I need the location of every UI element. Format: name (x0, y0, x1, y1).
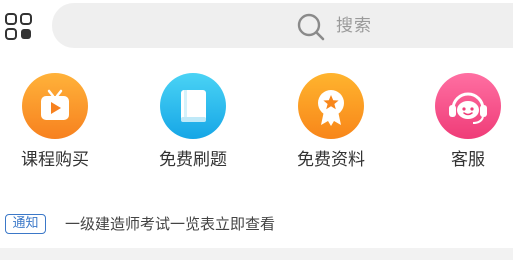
feature-row: 课程购买 免费刷题 免费资料 客服 (0, 70, 513, 180)
feature-course-purchase[interactable]: 课程购买 (0, 70, 110, 180)
home-page: 搜索 课程购买 免费刷题 免费资料 客服 通知 一级建造师考试一览表立即查看 (0, 0, 513, 260)
search-icon (297, 13, 325, 41)
book-icon (160, 73, 226, 139)
video-play-icon (22, 73, 88, 139)
feature-label: 课程购买 (21, 150, 89, 170)
notice-bar[interactable]: 通知 一级建造师考试一览表立即查看 (0, 210, 513, 240)
notice-text[interactable]: 一级建造师考试一览表立即查看 (65, 213, 275, 235)
feature-label: 免费刷题 (159, 150, 227, 170)
notice-badge: 通知 (5, 214, 46, 234)
feature-label: 客服 (451, 150, 485, 170)
search-placeholder: 搜索 (336, 16, 372, 36)
feature-free-materials[interactable]: 免费资料 (276, 70, 386, 180)
section-divider (0, 248, 513, 260)
feature-label: 免费资料 (297, 150, 365, 170)
top-bar: 搜索 (0, 0, 513, 52)
award-badge-icon (298, 73, 364, 139)
search-bar[interactable]: 搜索 (52, 3, 513, 48)
grid-menu-icon[interactable] (4, 12, 34, 42)
feature-customer-service[interactable]: 客服 (413, 70, 513, 180)
headset-service-icon (435, 73, 501, 139)
feature-free-questions[interactable]: 免费刷题 (138, 70, 248, 180)
